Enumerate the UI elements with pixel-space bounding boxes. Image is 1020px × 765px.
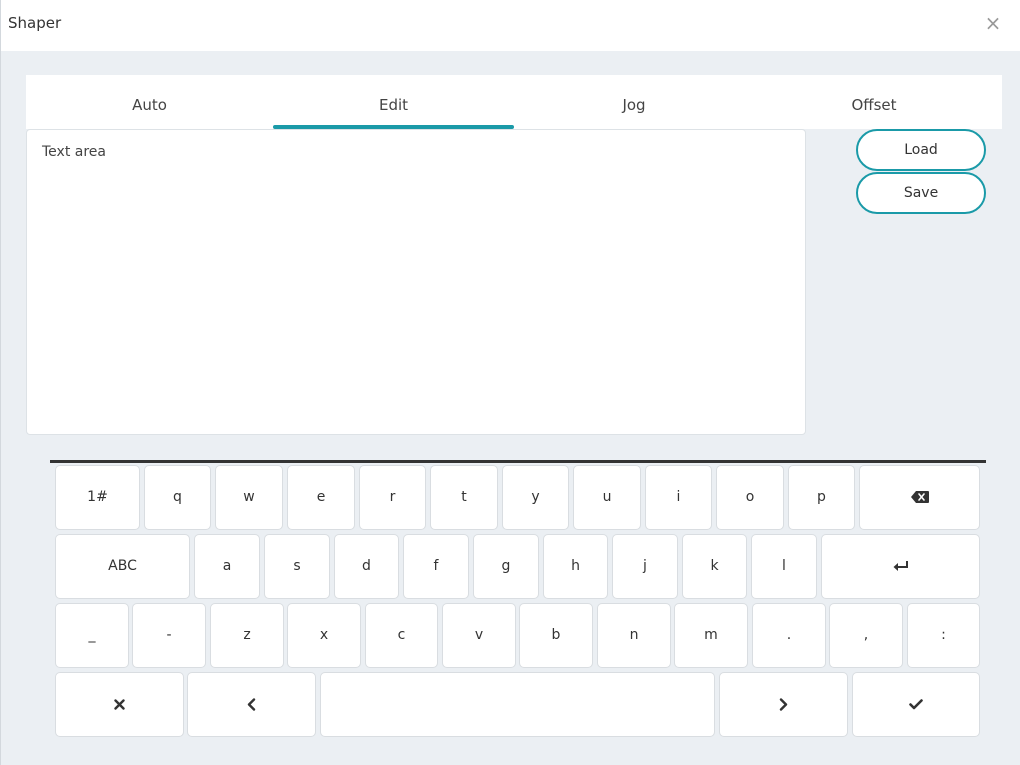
checkmark-icon (909, 698, 923, 709)
enter-icon (893, 561, 908, 571)
key-r[interactable]: r (359, 465, 426, 530)
key-m[interactable]: m (674, 603, 748, 668)
key-cursor-right[interactable] (719, 672, 848, 737)
key-l[interactable]: l (751, 534, 817, 599)
key-symbols[interactable]: 1# (55, 465, 140, 530)
chevron-right-icon (779, 697, 788, 711)
key-z[interactable]: z (210, 603, 284, 668)
key-comma[interactable]: , (829, 603, 903, 668)
shaper-window: Shaper × Auto Edit Jog Offset Text area … (0, 0, 1020, 765)
key-hyphen[interactable]: - (132, 603, 206, 668)
key-colon[interactable]: : (907, 603, 980, 668)
key-t[interactable]: t (430, 465, 498, 530)
key-space[interactable] (320, 672, 715, 737)
key-o[interactable]: o (716, 465, 784, 530)
key-underscore[interactable]: _ (55, 603, 129, 668)
key-enter[interactable] (821, 534, 980, 599)
key-f[interactable]: f (403, 534, 469, 599)
key-h[interactable]: h (543, 534, 608, 599)
key-dismiss[interactable] (55, 672, 184, 737)
chevron-left-icon (247, 697, 256, 711)
key-v[interactable]: v (442, 603, 516, 668)
key-d[interactable]: d (334, 534, 399, 599)
tab-bar: Auto Edit Jog Offset (26, 75, 1002, 129)
key-u[interactable]: u (573, 465, 641, 530)
key-abc[interactable]: ABC (55, 534, 190, 599)
tab-auto[interactable]: Auto (26, 75, 273, 129)
key-x[interactable]: x (287, 603, 361, 668)
keyboard-divider (50, 460, 986, 463)
save-button[interactable]: Save (856, 172, 986, 214)
key-k[interactable]: k (682, 534, 747, 599)
key-q[interactable]: q (144, 465, 211, 530)
key-period[interactable]: . (752, 603, 826, 668)
key-a[interactable]: a (194, 534, 260, 599)
title-bar: Shaper × (1, 0, 1020, 51)
key-g[interactable]: g (473, 534, 539, 599)
key-w[interactable]: w (215, 465, 283, 530)
tab-offset[interactable]: Offset (754, 75, 994, 129)
window-title: Shaper (8, 14, 62, 32)
key-b[interactable]: b (519, 603, 593, 668)
key-i[interactable]: i (645, 465, 712, 530)
key-e[interactable]: e (287, 465, 355, 530)
close-icon (114, 698, 125, 710)
key-p[interactable]: p (788, 465, 855, 530)
tab-jog[interactable]: Jog (514, 75, 754, 129)
load-button[interactable]: Load (856, 129, 986, 171)
key-c[interactable]: c (365, 603, 438, 668)
key-confirm[interactable] (852, 672, 980, 737)
key-y[interactable]: y (502, 465, 569, 530)
key-j[interactable]: j (612, 534, 678, 599)
close-window-button[interactable]: × (982, 10, 1004, 36)
tab-edit[interactable]: Edit (273, 75, 514, 129)
text-area[interactable]: Text area (26, 129, 806, 435)
key-s[interactable]: s (264, 534, 330, 599)
key-n[interactable]: n (597, 603, 671, 668)
key-cursor-left[interactable] (187, 672, 316, 737)
key-backspace[interactable] (859, 465, 980, 530)
backspace-icon (910, 491, 929, 503)
